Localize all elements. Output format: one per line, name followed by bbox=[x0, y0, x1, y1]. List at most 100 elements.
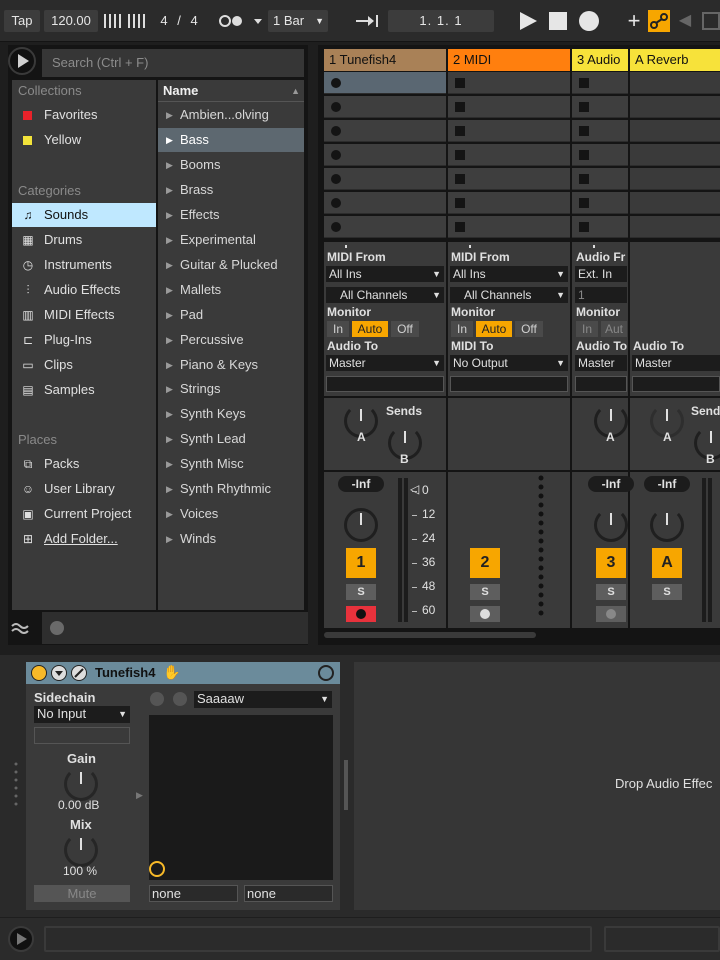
browser-item[interactable]: ▶ Pad bbox=[158, 303, 304, 327]
track1-arm-button[interactable] bbox=[346, 606, 376, 622]
return-clip-slot[interactable] bbox=[630, 120, 720, 142]
plugin-display[interactable] bbox=[149, 715, 333, 880]
track3-output-channel[interactable] bbox=[575, 376, 627, 392]
return-output-channel[interactable] bbox=[632, 376, 720, 392]
browser-item[interactable]: ▶ Percussive bbox=[158, 328, 304, 352]
track3-input-channel[interactable]: 1 bbox=[575, 287, 627, 303]
track3-clip-slot[interactable] bbox=[572, 216, 628, 238]
expand-arrow-icon[interactable]: ▶ bbox=[166, 328, 173, 352]
track2-monitor-auto[interactable]: Auto bbox=[476, 321, 512, 337]
mute-button[interactable]: Mute bbox=[34, 885, 130, 902]
track1-pan-knob[interactable] bbox=[344, 508, 378, 542]
track3-output-type[interactable]: Master bbox=[575, 355, 627, 371]
clip-stop-icon[interactable] bbox=[579, 126, 589, 136]
track2-arm-button[interactable] bbox=[470, 606, 500, 622]
track3-arm-button[interactable] bbox=[596, 606, 626, 622]
expand-arrow-icon[interactable]: ▶ bbox=[136, 790, 143, 801]
sidechain-channel-dropdown[interactable] bbox=[34, 727, 130, 744]
expand-arrow-icon[interactable]: ▶ bbox=[166, 128, 173, 152]
browser-item[interactable]: ▶ Ambien...olving bbox=[158, 103, 304, 127]
expand-arrow-icon[interactable]: ▶ bbox=[166, 178, 173, 202]
return-clip-slot[interactable] bbox=[630, 144, 720, 166]
preset-folder-icon[interactable] bbox=[150, 692, 164, 706]
track3-clip-slot[interactable] bbox=[572, 72, 628, 94]
category-sounds[interactable]: ♫ Sounds bbox=[12, 203, 156, 227]
track1-monitor-in[interactable]: In bbox=[327, 321, 349, 337]
overdub-plus-icon[interactable]: + bbox=[624, 10, 644, 32]
preset-save-icon[interactable] bbox=[173, 692, 187, 706]
category-plug-ins[interactable]: ⊏ Plug-Ins bbox=[12, 328, 156, 352]
expand-arrow-icon[interactable]: ▶ bbox=[166, 253, 173, 277]
record-icon[interactable] bbox=[579, 11, 599, 31]
track1-input-channel[interactable]: All Channels ▼ bbox=[326, 287, 444, 303]
category-samples[interactable]: ▤ Samples bbox=[12, 378, 156, 402]
browser-item[interactable]: ▶ Synth Keys bbox=[158, 402, 304, 426]
track2-clip-slot[interactable] bbox=[448, 72, 570, 94]
return-clip-slot[interactable] bbox=[630, 168, 720, 190]
clip-stop-icon[interactable] bbox=[455, 222, 465, 232]
track2-output-channel[interactable] bbox=[450, 376, 568, 392]
clip-stop-icon[interactable] bbox=[579, 198, 589, 208]
place-add-folder[interactable]: ⊞ Add Folder... bbox=[12, 527, 156, 551]
browser-item[interactable]: ▶ Piano & Keys bbox=[158, 353, 304, 377]
return-header-reverb[interactable]: A Reverb bbox=[630, 49, 720, 71]
expand-arrow-icon[interactable]: ▶ bbox=[166, 427, 173, 451]
expand-arrow-icon[interactable]: ▶ bbox=[166, 278, 173, 302]
category-drums[interactable]: ▦ Drums bbox=[12, 228, 156, 252]
place-current-project[interactable]: ▣ Current Project bbox=[12, 502, 156, 526]
expand-arrow-icon[interactable]: ▶ bbox=[166, 153, 173, 177]
clip-stop-icon[interactable] bbox=[455, 174, 465, 184]
track-header-audio[interactable]: 3 Audio bbox=[572, 49, 628, 71]
browser-item[interactable]: ▶ Guitar & Plucked bbox=[158, 253, 304, 277]
collection-favorites[interactable]: Favorites bbox=[12, 103, 156, 127]
clip-record-icon[interactable] bbox=[331, 126, 341, 136]
track2-monitor-in[interactable]: In bbox=[451, 321, 473, 337]
track3-input-type[interactable]: Ext. In bbox=[575, 266, 627, 282]
capture-icon[interactable] bbox=[702, 12, 720, 30]
browser-item[interactable]: ▶ Brass bbox=[158, 178, 304, 202]
track3-volume[interactable]: -Inf bbox=[588, 476, 634, 492]
clip-stop-icon[interactable] bbox=[579, 222, 589, 232]
expand-arrow-icon[interactable]: ▶ bbox=[166, 228, 173, 252]
return-output-type[interactable]: Master bbox=[632, 355, 720, 371]
quantize-menu[interactable]: 1 Bar ▼ bbox=[268, 10, 328, 32]
track2-clip-slot[interactable] bbox=[448, 144, 570, 166]
clip-stop-icon[interactable] bbox=[455, 78, 465, 88]
clip-stop-icon[interactable] bbox=[455, 102, 465, 112]
track2-clip-slot[interactable] bbox=[448, 216, 570, 238]
expand-arrow-icon[interactable]: ▶ bbox=[166, 203, 173, 227]
preview-strip[interactable] bbox=[42, 612, 308, 644]
clip-stop-icon[interactable] bbox=[455, 198, 465, 208]
track3-monitor-in[interactable]: In bbox=[576, 321, 598, 337]
automation-arm-icon[interactable] bbox=[648, 10, 670, 32]
track3-solo-button[interactable]: S bbox=[596, 584, 626, 600]
browser-item[interactable]: ▶ Synth Misc bbox=[158, 452, 304, 476]
clip-record-icon[interactable] bbox=[331, 174, 341, 184]
browser-item[interactable]: ▶ Mallets bbox=[158, 278, 304, 302]
device-settings-icon[interactable] bbox=[318, 665, 334, 681]
nudge-down-icon[interactable] bbox=[104, 14, 122, 28]
sidechain-input-dropdown[interactable]: No Input ▼ bbox=[34, 706, 130, 723]
track1-clip-slot[interactable] bbox=[324, 144, 446, 166]
device-power-icon[interactable] bbox=[31, 665, 47, 681]
arrangement-position[interactable]: 1. 1. 1 bbox=[388, 10, 494, 32]
browser-item[interactable]: ▶ Synth Rhythmic bbox=[158, 477, 304, 501]
expand-arrow-icon[interactable]: ▶ bbox=[166, 502, 173, 526]
track2-clip-slot[interactable] bbox=[448, 192, 570, 214]
preview-play-icon[interactable] bbox=[8, 47, 36, 75]
return-clip-slot[interactable] bbox=[630, 192, 720, 214]
track2-output-type[interactable]: No Output ▼ bbox=[450, 355, 568, 371]
fader-handle-icon[interactable]: ◁ bbox=[410, 482, 419, 496]
nudge-up-icon[interactable] bbox=[128, 14, 146, 28]
tap-tempo-button[interactable]: Tap bbox=[4, 10, 40, 32]
track2-clip-slot[interactable] bbox=[448, 120, 570, 142]
category-instruments[interactable]: ◷ Instruments bbox=[12, 253, 156, 277]
expand-arrow-icon[interactable]: ▶ bbox=[166, 477, 173, 501]
gain-knob[interactable] bbox=[64, 767, 98, 801]
browser-item[interactable]: ▶ Voices bbox=[158, 502, 304, 526]
mix-knob[interactable] bbox=[64, 833, 98, 867]
track2-activator-button[interactable]: 2 bbox=[470, 548, 500, 578]
track2-input-channel[interactable]: All Channels ▼ bbox=[450, 287, 568, 303]
track-header-midi[interactable]: 2 MIDI bbox=[448, 49, 570, 71]
track1-monitor-off[interactable]: Off bbox=[391, 321, 419, 337]
